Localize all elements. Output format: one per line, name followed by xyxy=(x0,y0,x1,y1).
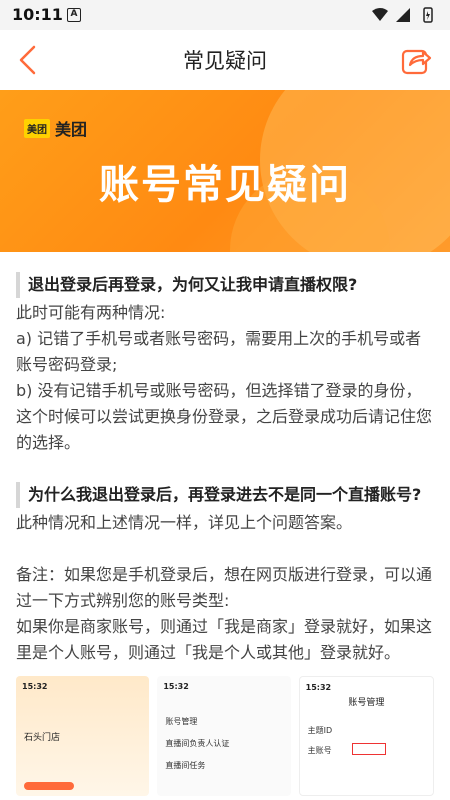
thumb-time: 15:32 xyxy=(163,682,189,691)
question-heading: 退出登录后再登录，为何又让我申请直播权限? xyxy=(16,272,434,298)
wifi-icon xyxy=(372,8,388,21)
note-line: 如果你是商家账号，则通过「我是商家」登录就好，如果这里是个人账号，则通过「我是个… xyxy=(16,617,433,662)
note-line: 备注：如果您是手机登录后，想在网页版进行登录，可以通过一下方式辨别您的账号类型: xyxy=(16,565,433,610)
signal-icon xyxy=(396,8,410,22)
banner-headline: 账号常见疑问 xyxy=(99,162,351,208)
page-title: 常见疑问 xyxy=(183,49,267,73)
faq-article: 退出登录后再登录，为何又让我申请直播权限? 此时可能有两种情况: a) 记错了手… xyxy=(0,252,450,796)
question-heading: 为什么我退出登录后，再登录进去不是同一个直播账号? xyxy=(16,482,434,508)
thumb-row: 直播间任务 xyxy=(165,761,206,770)
brand-name: 美团 xyxy=(55,120,88,139)
answer-line: 此种情况和上述情况一样，详见上个问题答案。 xyxy=(16,513,353,532)
thumb-row: 主题ID xyxy=(307,726,333,735)
thumb-row: 主账号 xyxy=(307,746,332,755)
status-bar: 10:11 A xyxy=(0,0,450,30)
system-status-icons xyxy=(372,7,433,23)
article-content[interactable]: 美团 美团 账号常见疑问 退出登录后再登录，为何又让我申请直播权限? 此时可能有… xyxy=(0,90,450,800)
answer-line: b) 没有记错手机号或账号密码，但选择错了登录的身份，这个时候可以尝试更换身份登… xyxy=(16,381,433,452)
thumb-row: 直播间负责人认证 xyxy=(165,739,230,748)
thumb-header: 账号管理 xyxy=(348,698,385,708)
answer-line: 此时可能有两种情况: xyxy=(16,303,166,322)
highlight-box xyxy=(351,743,386,755)
example-screenshot-menu: 15:32 账号管理 直播间负责人认证 直播间任务 xyxy=(157,676,291,796)
status-time: 10:11 xyxy=(12,5,63,24)
share-icon[interactable] xyxy=(400,44,432,76)
brand-mark: 美团 xyxy=(24,118,50,138)
screenshot-examples: 15:32 石头门店 15:32 账号管理 直播间负责人认证 直播间任务 15:… xyxy=(16,676,434,796)
thumb-row: 账号管理 xyxy=(165,717,198,726)
example-screenshot-merchant: 15:32 石头门店 xyxy=(16,676,150,796)
hero-banner: 美团 美团 账号常见疑问 xyxy=(0,90,450,252)
thumb-store-name: 石头门店 xyxy=(24,733,61,743)
thumb-tag xyxy=(24,782,74,790)
notification-a-icon: A xyxy=(67,8,81,22)
nav-bar: 常见疑问 xyxy=(0,30,450,90)
answer-line: a) 记错了手机号或者账号密码，需要用上次的手机号或者账号密码登录; xyxy=(16,329,422,374)
example-screenshot-account: 15:32 账号管理 主题ID 主账号 xyxy=(298,676,434,796)
brand-logo: 美团 美团 xyxy=(24,116,87,140)
thumb-time: 15:32 xyxy=(305,683,332,692)
thumb-time: 15:32 xyxy=(22,682,48,691)
